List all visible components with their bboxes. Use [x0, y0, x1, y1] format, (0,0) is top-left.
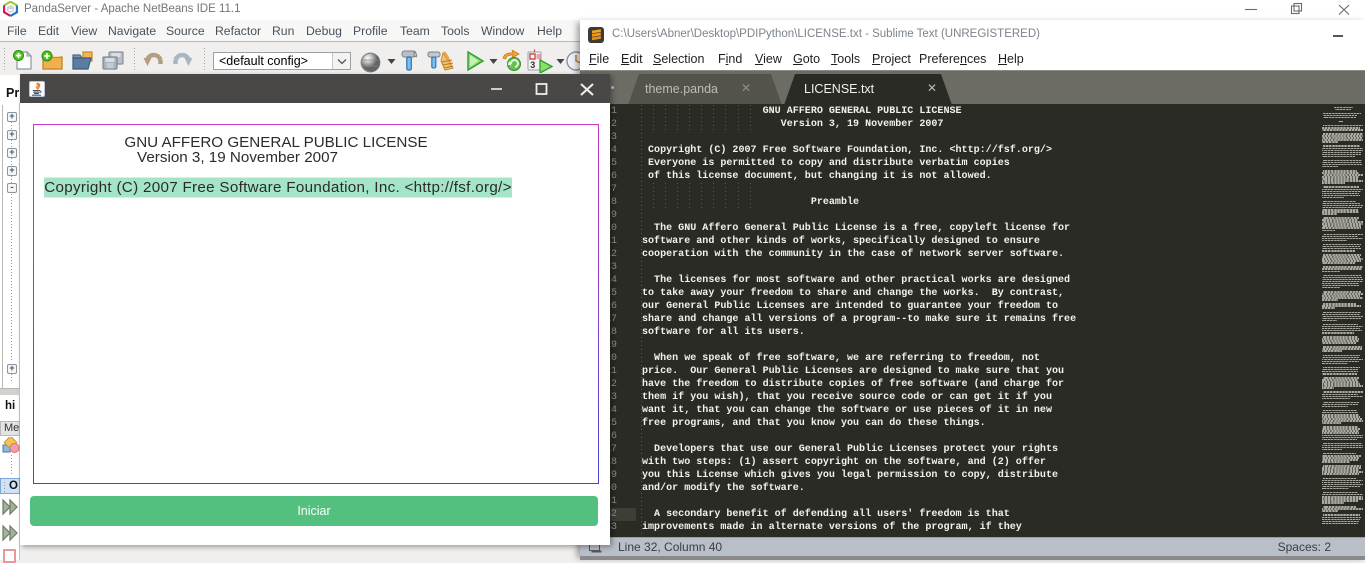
svg-text:3: 3: [530, 60, 535, 70]
